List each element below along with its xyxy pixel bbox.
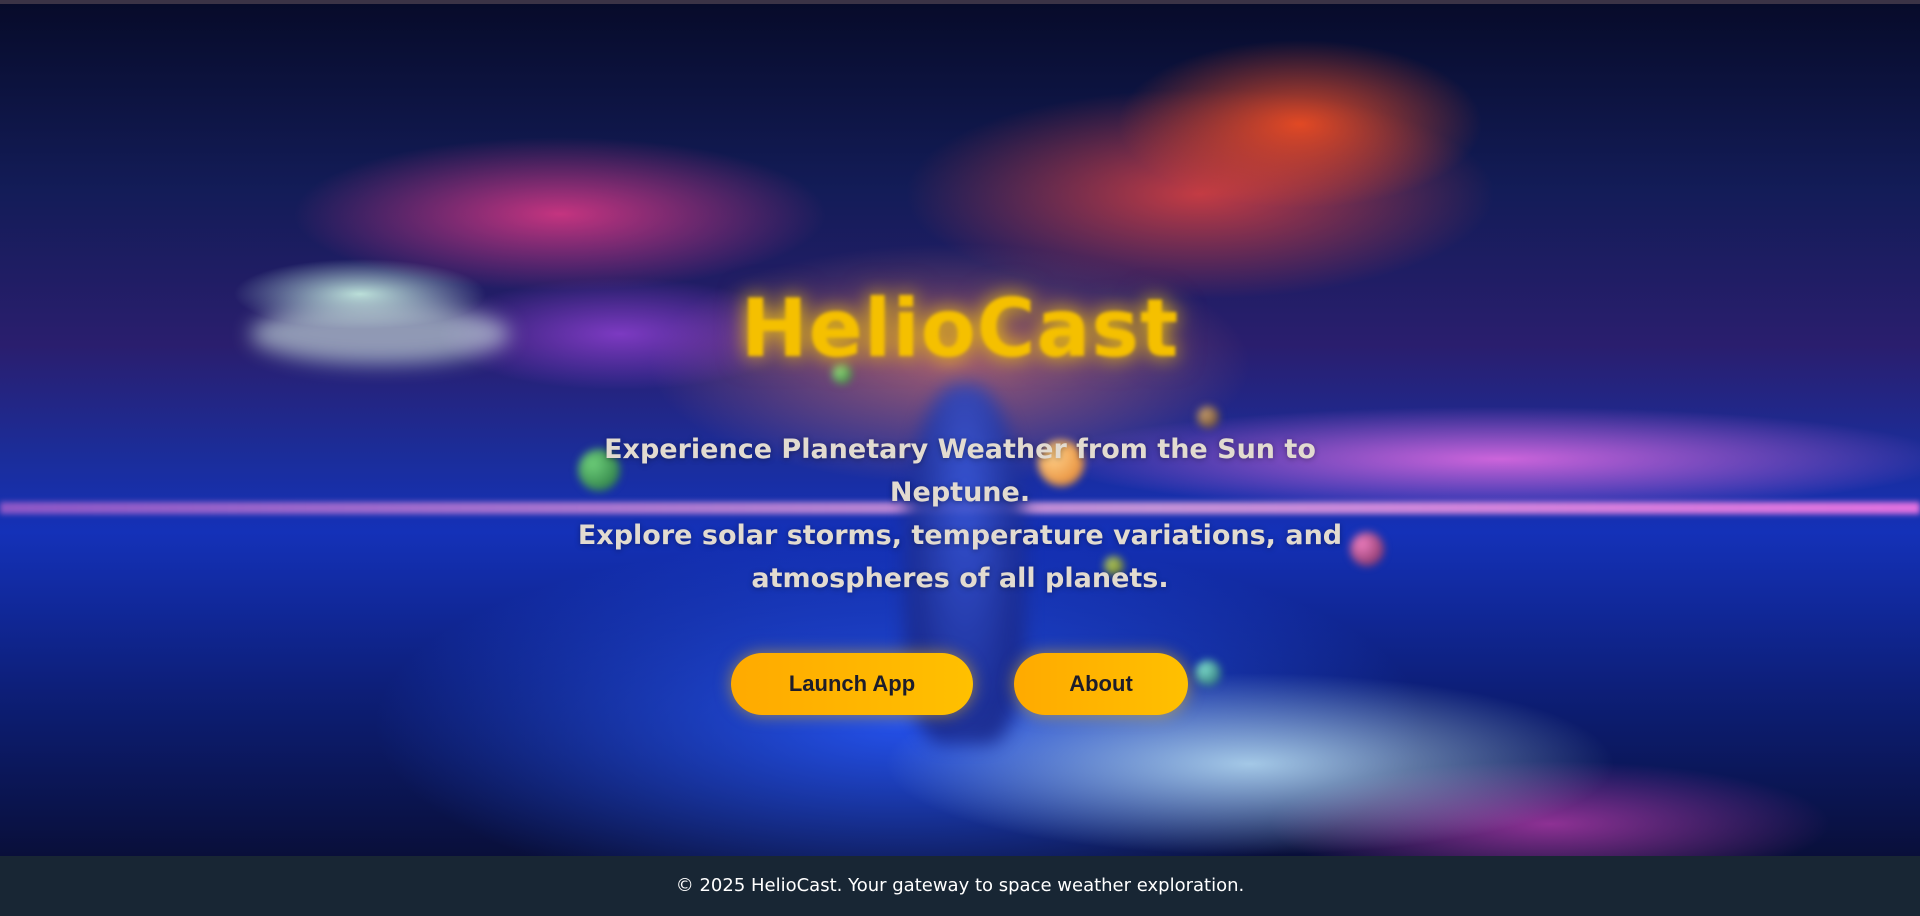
top-border <box>0 0 1920 4</box>
planet-teal <box>1195 660 1221 686</box>
launch-app-button[interactable]: Launch App <box>731 653 973 715</box>
hero-tagline: Experience Planetary Weather from the Su… <box>560 428 1360 600</box>
landing-page: HelioCast Experience Planetary Weather f… <box>0 0 1920 916</box>
planet-small-dark <box>1197 406 1219 428</box>
tagline-line-2: Explore solar storms, temperature variat… <box>577 520 1343 594</box>
app-title: HelioCast <box>740 282 1180 375</box>
tagline-line-1: Experience Planetary Weather from the Su… <box>604 434 1316 508</box>
footer: © 2025 HelioCast. Your gateway to space … <box>0 856 1920 916</box>
about-button[interactable]: About <box>1014 653 1188 715</box>
footer-copyright: © 2025 HelioCast. Your gateway to space … <box>675 875 1245 896</box>
